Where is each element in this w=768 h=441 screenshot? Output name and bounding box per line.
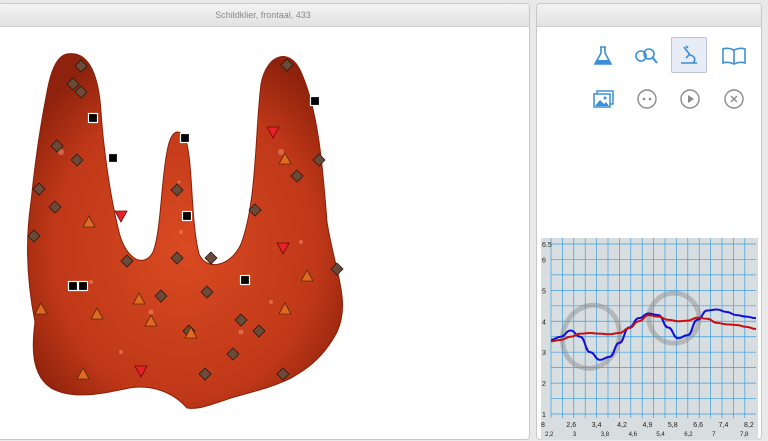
magnifier-icon bbox=[635, 48, 658, 64]
x-tick-label: 4,9 bbox=[643, 422, 653, 429]
x-tick-label: 7,4 bbox=[719, 422, 729, 429]
thyroid-stage[interactable] bbox=[1, 32, 381, 441]
square-marker[interactable] bbox=[107, 152, 119, 164]
square-marker[interactable] bbox=[239, 274, 251, 286]
x-tick-sublabel: 2,2 bbox=[545, 432, 554, 438]
flask-button[interactable] bbox=[585, 38, 621, 74]
x-tick-label: 4,2 bbox=[617, 422, 627, 429]
x-tick-label: 2,6 bbox=[566, 422, 576, 429]
play-icon bbox=[680, 89, 700, 109]
x-tick-label: 6,6 bbox=[693, 422, 703, 429]
x-tick-label: 5,8 bbox=[668, 422, 678, 429]
book-button[interactable] bbox=[716, 38, 752, 74]
viewer-title: Schildklier, frontaal, 433 bbox=[0, 4, 529, 27]
microscope-icon bbox=[681, 45, 697, 64]
x-tick-label: 3,4 bbox=[592, 422, 602, 429]
y-tick-label: 2 bbox=[542, 381, 546, 388]
y-tick-label: 6 bbox=[542, 257, 546, 264]
play-button[interactable] bbox=[672, 81, 708, 117]
signal-chart: 1234566.58 2,6 3,4 4,2 4,9 5,8 6,6 7,4 8,22,2 3 3,… bbox=[541, 238, 758, 440]
image-gallery-button[interactable] bbox=[586, 81, 622, 117]
microscope-button[interactable] bbox=[671, 37, 707, 73]
close-button[interactable] bbox=[716, 81, 752, 117]
x-tick-sublabel: 4,6 bbox=[629, 432, 638, 438]
y-tick-label: 4 bbox=[542, 319, 546, 326]
flask-icon bbox=[593, 46, 613, 65]
x-tick-label: 8 bbox=[541, 422, 545, 429]
square-marker[interactable] bbox=[181, 210, 193, 222]
x-tick-sublabel: 7,8 bbox=[740, 432, 749, 438]
y-tick-label: 3 bbox=[542, 350, 546, 357]
square-marker[interactable] bbox=[87, 112, 99, 124]
x-tick-label: 8,2 bbox=[744, 422, 754, 429]
y-tick-label: 1 bbox=[542, 412, 546, 419]
more-button[interactable] bbox=[629, 81, 665, 117]
square-marker[interactable] bbox=[309, 95, 321, 107]
square-marker[interactable] bbox=[179, 132, 191, 144]
square-marker[interactable] bbox=[77, 280, 89, 292]
x-tick-sublabel: 3,8 bbox=[601, 432, 610, 438]
y-tick-label: 5 bbox=[542, 288, 546, 295]
tools-titlebar bbox=[537, 4, 761, 27]
image-gallery-icon bbox=[593, 90, 614, 108]
close-icon bbox=[724, 89, 744, 109]
x-tick-sublabel: 6,2 bbox=[684, 432, 693, 438]
magnifier-button[interactable] bbox=[628, 38, 664, 74]
y-tick-label: 6.5 bbox=[542, 242, 552, 249]
book-icon bbox=[722, 47, 746, 65]
x-tick-sublabel: 5,4 bbox=[656, 432, 665, 438]
thyroid-organ bbox=[27, 53, 344, 409]
triangle-down-marker[interactable] bbox=[114, 210, 128, 223]
more-dots-icon bbox=[637, 89, 657, 109]
square-marker[interactable] bbox=[67, 280, 79, 292]
viewer-panel: Schildklier, frontaal, 433 bbox=[0, 3, 530, 440]
